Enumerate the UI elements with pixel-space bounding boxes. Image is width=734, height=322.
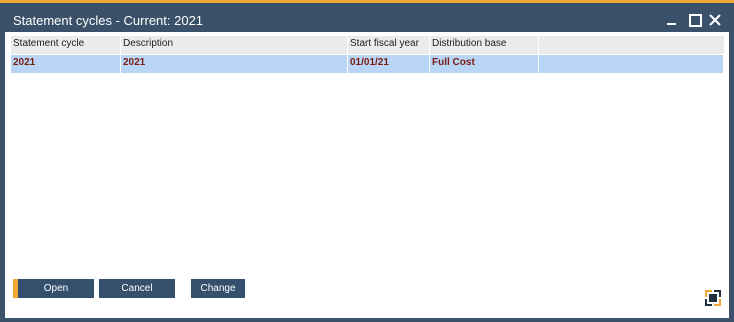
open-button[interactable]: Open: [13, 279, 94, 298]
table-row[interactable]: 2021 2021 01/01/21 Full Cost: [11, 55, 724, 73]
close-icon[interactable]: [706, 11, 724, 29]
change-button[interactable]: Change: [191, 279, 245, 298]
window-content: Statement cycle Description Start fiscal…: [5, 32, 729, 318]
window-title: Statement cycles - Current: 2021: [13, 13, 204, 28]
cell-start-fiscal-year: 01/01/21: [348, 55, 430, 73]
cell-empty: [539, 55, 724, 73]
column-header-start-fiscal-year[interactable]: Start fiscal year: [348, 36, 430, 54]
statement-cycles-grid: Statement cycle Description Start fiscal…: [11, 36, 724, 286]
column-header-statement-cycle[interactable]: Statement cycle: [11, 36, 121, 54]
column-header-description[interactable]: Description: [121, 36, 348, 54]
minimize-icon[interactable]: [663, 11, 681, 29]
cell-description: 2021: [121, 55, 348, 73]
app-logo-icon: [705, 290, 721, 306]
cancel-button[interactable]: Cancel: [99, 279, 175, 298]
maximize-icon[interactable]: [686, 11, 704, 29]
cell-statement-cycle: 2021: [11, 55, 121, 73]
column-header-empty: [539, 36, 724, 54]
column-header-distribution-base[interactable]: Distribution base: [430, 36, 539, 54]
statement-cycles-window: Statement cycles - Current: 2021 Stateme…: [0, 0, 734, 322]
cell-distribution-base: Full Cost: [430, 55, 539, 73]
grid-header: Statement cycle Description Start fiscal…: [11, 36, 724, 54]
title-bar[interactable]: Statement cycles - Current: 2021: [0, 6, 734, 35]
